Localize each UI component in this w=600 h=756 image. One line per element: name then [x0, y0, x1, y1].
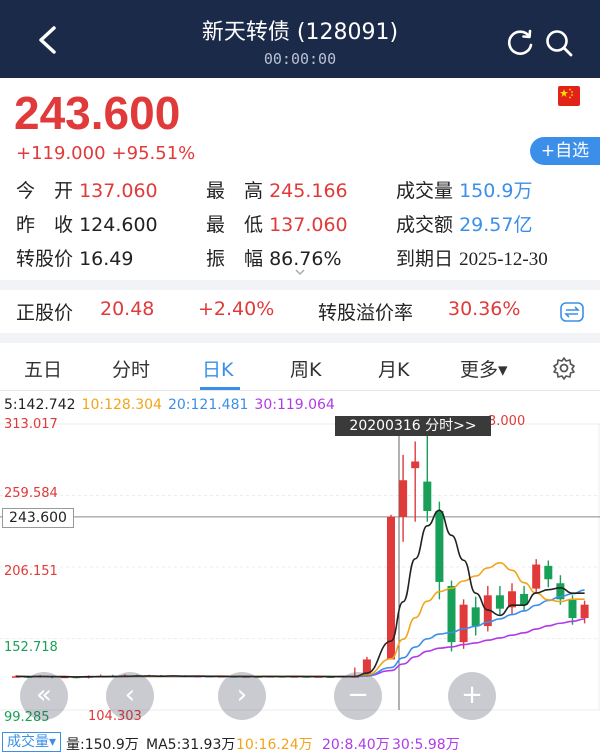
y-tick-2: 259.584: [4, 486, 58, 501]
prev-close-value: 124.600: [79, 214, 158, 236]
y-tick-4: 152.718: [4, 640, 58, 655]
candlestick-chart[interactable]: [0, 414, 600, 730]
low-stat: 最 低 137.060: [206, 214, 348, 236]
ma20-value: 20:121.481: [167, 397, 249, 413]
open-value: 137.060: [79, 180, 158, 202]
candle-body: [568, 599, 577, 619]
vol-ma20: 20:8.40万: [322, 737, 390, 753]
refresh-icon[interactable]: [505, 28, 535, 58]
date-tooltip[interactable]: 20200316 分时>>: [335, 416, 491, 436]
vol-ma5: MA5:31.93万: [146, 737, 236, 753]
expiry-value: 2025-12-30: [459, 249, 548, 270]
y-tick-3: 206.151: [4, 564, 58, 579]
candle-body: [411, 461, 420, 469]
ma5-value: 5:142.742: [4, 397, 76, 413]
tab-monthly-k[interactable]: 月K: [378, 355, 409, 382]
swap-icon[interactable]: [560, 302, 584, 322]
zoom-out-button[interactable]: −: [334, 672, 382, 720]
tab-more[interactable]: 更多▾: [460, 355, 508, 382]
high-marker: 3.000: [488, 414, 526, 429]
volume-value: 150.9万: [459, 180, 533, 202]
expiry-stat: 到期日 2025-12-30: [396, 248, 548, 270]
change-amount: +119.000: [16, 143, 106, 164]
amount-stat: 成交额 29.57亿: [396, 214, 533, 236]
add-watchlist-button[interactable]: +自选: [530, 137, 600, 165]
premium-value: 30.36%: [448, 298, 521, 320]
scroll-right-button[interactable]: ›: [218, 672, 266, 720]
china-flag-icon: [558, 86, 580, 106]
conversion-price-stat: 转股价 16.49: [16, 248, 134, 270]
tab-intraday[interactable]: 分时: [112, 355, 150, 382]
search-icon[interactable]: [544, 28, 574, 58]
tab-weekly-k[interactable]: 周K: [290, 355, 321, 382]
ma-legend: 5:142.742 10:128.304 20:121.481 30:119.064: [4, 397, 341, 413]
high-value: 245.166: [269, 180, 348, 202]
vol-ma10: 10:16.24万: [236, 737, 313, 753]
prev-close-stat: 昨 收 124.600: [16, 214, 158, 236]
expand-chevron-icon[interactable]: [294, 268, 306, 276]
candle-body: [399, 480, 408, 517]
low-value: 137.060: [269, 214, 348, 236]
stock-price-value: 20.48: [100, 298, 155, 320]
zoom-in-button[interactable]: +: [448, 672, 496, 720]
section-divider: [0, 280, 600, 290]
candle-body: [459, 604, 468, 643]
top-nav-bar: 新天转债 (128091) 00:00:00: [0, 0, 600, 78]
candle-body: [580, 604, 589, 619]
current-price: 243.600: [14, 87, 181, 139]
ma30-line: [15, 618, 585, 678]
settings-gear-icon[interactable]: [552, 356, 576, 380]
scroll-left-button[interactable]: ‹: [106, 672, 154, 720]
candle-body: [447, 585, 456, 643]
active-tab-indicator: [200, 387, 240, 390]
price-change: +119.000 +95.51%: [16, 143, 201, 164]
high-stat: 最 高 245.166: [206, 180, 348, 202]
open-stat: 今 开 137.060: [16, 180, 158, 202]
amplitude-value: 86.76%: [269, 248, 342, 270]
chart-period-tabs: 五日 分时 日K 周K 月K 更多▾: [0, 345, 600, 391]
candle-body: [471, 607, 480, 627]
candle-body: [423, 481, 432, 512]
ma10-value: 10:128.304: [81, 397, 162, 413]
stock-change-pct: +2.40%: [198, 298, 275, 320]
tab-five-day[interactable]: 五日: [24, 355, 62, 382]
stock-price-label: 正股价: [16, 302, 74, 324]
vol-ma30: 30:5.98万: [392, 737, 460, 753]
current-price-tag: 243.600: [2, 508, 74, 528]
amplitude-stat: 振 幅 86.76%: [206, 248, 342, 270]
amount-value: 29.57亿: [459, 214, 533, 236]
candle-body: [532, 564, 541, 589]
y-tick-1: 313.017: [4, 417, 58, 432]
rewind-fast-button[interactable]: «: [20, 672, 68, 720]
candle-body: [544, 565, 553, 580]
premium-label: 转股溢价率: [318, 302, 414, 324]
volume-stat: 成交量 150.9万: [396, 180, 533, 202]
volume-value-label: 量:150.9万: [66, 737, 139, 753]
conversion-price-value: 16.49: [79, 248, 134, 270]
star-icon: [560, 88, 573, 99]
section-divider-2: [0, 333, 600, 343]
candle-body: [495, 595, 504, 609]
volume-indicator-bar: 成交量▾ 量:150.9万 MA5:31.93万 10:16.24万 20:8.…: [0, 730, 600, 756]
volume-selector-button[interactable]: 成交量▾: [2, 732, 62, 752]
ma10-line: [15, 562, 585, 678]
change-percent: +95.51%: [111, 143, 196, 164]
ma30-value: 30:119.064: [254, 397, 335, 413]
candle-body: [435, 511, 444, 582]
tab-daily-k[interactable]: 日K: [202, 355, 233, 382]
